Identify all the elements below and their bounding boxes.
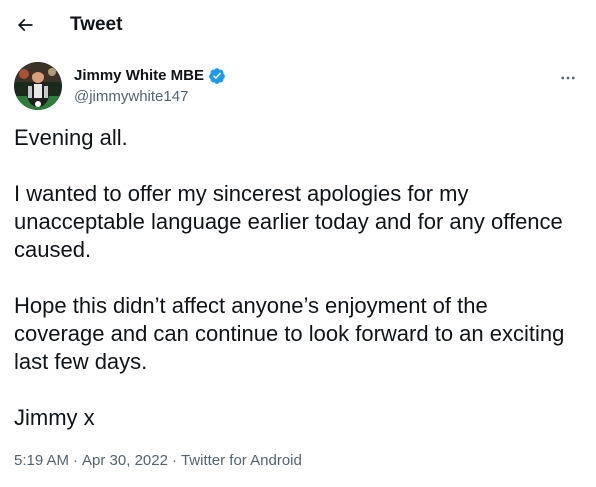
tweet-paragraph: Jimmy x bbox=[14, 405, 95, 430]
back-button[interactable] bbox=[8, 8, 42, 42]
tweet-paragraph: I wanted to offer my sincerest apologies… bbox=[14, 181, 563, 262]
author-handle[interactable]: @jimmywhite147 bbox=[74, 87, 188, 107]
meta-separator: · bbox=[73, 452, 79, 469]
author-name-row: Jimmy White MBE bbox=[74, 66, 226, 86]
tweet-paragraph: Hope this didn’t affect anyone’s enjoyme… bbox=[14, 293, 565, 374]
avatar-photo bbox=[14, 62, 62, 110]
tweet-time[interactable]: 5:19 AM bbox=[14, 451, 69, 471]
page-header: Tweet bbox=[0, 0, 596, 52]
page-title: Tweet bbox=[70, 14, 123, 35]
tweet-paragraph: Evening all. bbox=[14, 125, 128, 150]
verified-badge-icon bbox=[209, 68, 225, 84]
author-display-name[interactable]: Jimmy White MBE bbox=[74, 66, 204, 86]
tweet-text: Evening all. I wanted to offer my sincer… bbox=[14, 124, 574, 432]
tweet-date[interactable]: Apr 30, 2022 bbox=[82, 451, 168, 471]
tweet-source[interactable]: Twitter for Android bbox=[181, 451, 302, 471]
arrow-left-icon bbox=[17, 18, 33, 32]
more-horizontal-icon bbox=[561, 76, 575, 80]
more-button[interactable] bbox=[554, 64, 582, 92]
meta-separator: · bbox=[171, 452, 177, 469]
avatar[interactable] bbox=[14, 62, 62, 110]
tweet-metadata: 5:19 AM · Apr 30, 2022 · Twitter for And… bbox=[14, 451, 302, 471]
tweet-author: Jimmy White MBE @jimmywhite147 bbox=[14, 60, 584, 112]
